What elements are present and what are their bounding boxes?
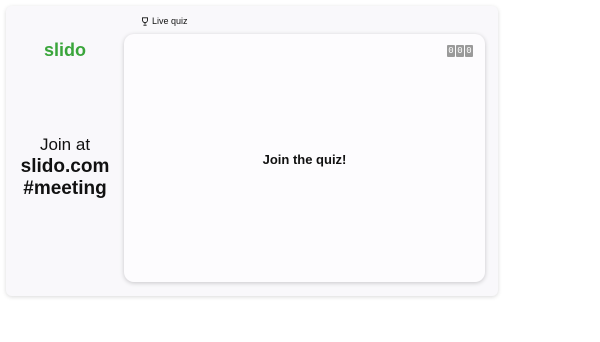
quiz-panel: 0 0 0 Join the quiz!	[124, 34, 485, 282]
counter-digit: 0	[465, 45, 473, 57]
join-instructions: Join at slido.com #meeting	[6, 134, 124, 200]
live-quiz-label: Live quiz	[141, 14, 188, 28]
slido-logo-text: slido	[44, 40, 86, 60]
event-screen: slido Join at slido.com #meeting Live qu…	[6, 6, 498, 296]
counter-digit: 0	[456, 45, 464, 57]
slido-logo: slido	[44, 40, 96, 60]
quiz-title: Join the quiz!	[262, 152, 347, 167]
event-code: #meeting	[23, 178, 107, 199]
participant-counter: 0 0 0	[447, 45, 473, 57]
join-at-label: Join at	[39, 135, 91, 154]
trophy-icon	[142, 16, 148, 26]
counter-digit: 0	[447, 45, 455, 57]
live-quiz-text: Live quiz	[152, 16, 188, 26]
join-url: slido.com	[20, 156, 110, 177]
